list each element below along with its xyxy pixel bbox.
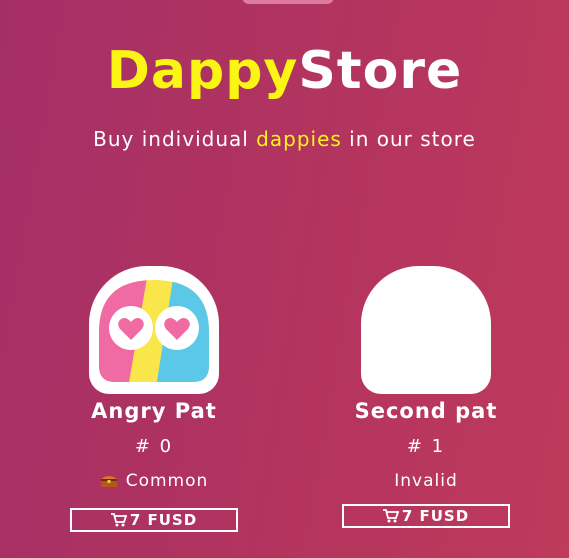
chest-icon xyxy=(100,472,118,494)
buy-button[interactable]: 7 FUSD xyxy=(70,508,238,532)
buy-button[interactable]: 7 FUSD xyxy=(342,504,510,528)
cart-icon xyxy=(110,512,128,532)
rarity-label: Invalid xyxy=(394,471,458,491)
subtitle-before: Buy individual xyxy=(93,127,257,151)
subtitle-highlight: dappies xyxy=(256,127,342,151)
dappy-card: Second pat # 1 Invalid 7 FUSD xyxy=(326,266,526,528)
page-subtitle: Buy individual dappies in our store xyxy=(0,125,569,153)
dappy-heart-eyes-icon xyxy=(89,266,219,394)
cart-icon xyxy=(382,508,400,528)
top-nav-pill[interactable] xyxy=(242,0,334,4)
buy-label: 7 FUSD xyxy=(129,511,198,529)
dappy-name: Angry Pat xyxy=(91,399,217,423)
dappy-rarity: Common xyxy=(54,470,254,494)
subtitle-after: in our store xyxy=(341,127,476,151)
dappy-blank-icon xyxy=(361,266,491,394)
buy-label: 7 FUSD xyxy=(401,507,470,525)
dappy-card: Angry Pat # 0 Common 7 FUSD xyxy=(54,266,254,532)
dappy-number: # 1 xyxy=(406,436,446,457)
title-accent: Dappy xyxy=(106,41,299,101)
dappy-rarity: Invalid xyxy=(326,470,526,492)
dappy-name: Second pat xyxy=(354,399,498,423)
title-rest: Store xyxy=(298,41,463,101)
dappy-number: # 0 xyxy=(134,436,174,457)
page-title: DappyStore xyxy=(0,38,569,104)
rarity-label: Common xyxy=(125,471,209,491)
